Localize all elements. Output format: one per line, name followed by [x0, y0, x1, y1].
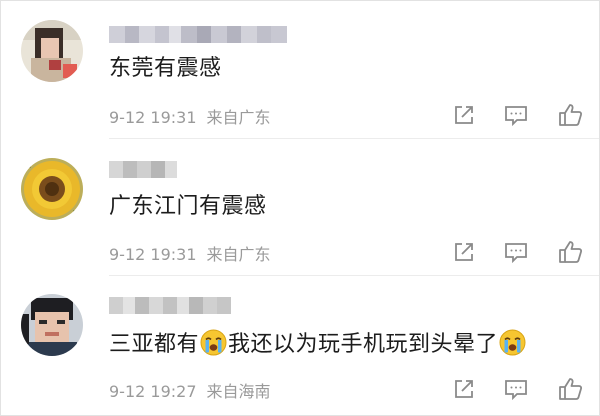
comment-item: 三亚都有 我还以为玩手机玩到头晕了 9-12 19:27 来自海南 [1, 1, 599, 415]
comment-time: 9-12 19:27 [109, 382, 197, 401]
comment-icon[interactable] [501, 374, 531, 404]
comment-actions [449, 374, 589, 404]
comment-meta: 9-12 19:27 来自海南 [109, 378, 271, 402]
crying-face-emoji [200, 329, 227, 356]
comment-text-part: 三亚都有 [109, 332, 200, 357]
comment-list: 东莞有震感 9-12 19:31 来自广东 广东江门有震感 9-12 19:31… [0, 0, 600, 416]
thumbs-up-icon[interactable] [555, 374, 585, 404]
crying-face-emoji [499, 329, 526, 356]
avatar[interactable] [21, 294, 83, 356]
comment-text-part: 我还以为玩手机玩到头晕了 [228, 332, 499, 357]
username-blurred[interactable] [109, 297, 231, 314]
share-icon[interactable] [449, 374, 479, 404]
comment-location: 来自海南 [206, 382, 271, 401]
comment-text: 三亚都有 我还以为玩手机玩到头晕了 [109, 329, 527, 360]
